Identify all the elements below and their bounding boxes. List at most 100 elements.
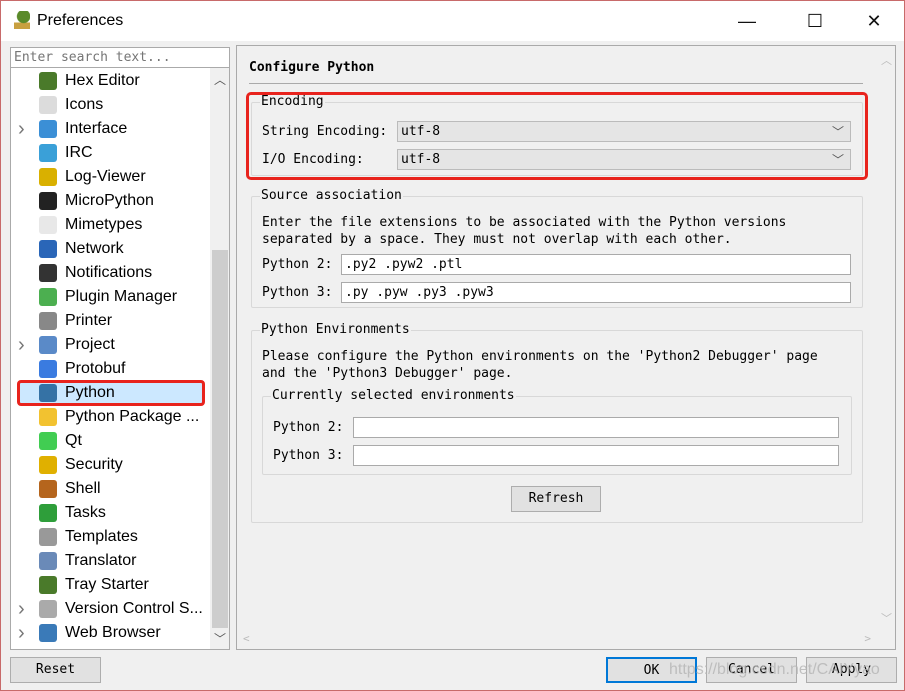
sidebar-item-label: Network: [65, 240, 124, 257]
sidebar-item-tray-starter[interactable]: Tray Starter: [11, 573, 210, 597]
sidebar-item-icons[interactable]: Icons: [11, 93, 210, 117]
item-icon: [39, 576, 57, 594]
sidebar-item-irc[interactable]: IRC: [11, 141, 210, 165]
preferences-window: Preferences — ☐ ✕ ︿ ﹀ Hex Editor Icons › In…: [0, 0, 905, 691]
item-icon: [39, 264, 57, 282]
sidebar-item-project[interactable]: › Project: [11, 333, 210, 357]
item-icon: [39, 168, 57, 186]
sidebar-item-shell[interactable]: Shell: [11, 477, 210, 501]
sidebar-item-web-browser[interactable]: › Web Browser: [11, 621, 210, 645]
python3-extensions-input[interactable]: .py .pyw .py3 .pyw3: [341, 282, 851, 303]
sidebar-scrollbar[interactable]: ︿ ﹀: [210, 68, 229, 649]
item-icon: [39, 192, 57, 210]
item-icon: [39, 72, 57, 90]
panel-horizontal-scrollbar[interactable]: < >: [237, 630, 877, 649]
sidebar-item-security[interactable]: Security: [11, 453, 210, 477]
minimize-button[interactable]: —: [724, 7, 770, 35]
expand-arrow-icon[interactable]: ›: [18, 621, 25, 645]
refresh-button[interactable]: Refresh: [511, 486, 601, 512]
sidebar-item-label: Hex Editor: [65, 72, 140, 89]
sidebar-item-label: Tray Starter: [65, 576, 149, 593]
sidebar-item-python[interactable]: Python: [11, 381, 210, 405]
expand-arrow-icon[interactable]: ›: [18, 117, 25, 141]
item-icon: [39, 288, 57, 306]
current-environments-group: Currently selected environments Python 2…: [262, 388, 852, 475]
sidebar-item-network[interactable]: Network: [11, 237, 210, 261]
sidebar-item-log-viewer[interactable]: Log-Viewer: [11, 165, 210, 189]
expand-arrow-icon[interactable]: ›: [18, 597, 25, 621]
item-icon: [39, 600, 57, 618]
python3-ext-label: Python 3:: [262, 285, 333, 300]
scroll-up-icon[interactable]: ︿: [210, 71, 229, 88]
python-environments-group: Python Environments Please configure the…: [251, 322, 863, 523]
sidebar-item-label: Shell: [65, 480, 101, 497]
sidebar-item-hex-editor[interactable]: Hex Editor: [11, 69, 210, 93]
item-icon: [39, 96, 57, 114]
env-python3-field[interactable]: [353, 445, 839, 466]
title-bar: Preferences — ☐ ✕: [1, 1, 904, 41]
preferences-tree: ︿ ﹀ Hex Editor Icons › Interface IRC Log-View…: [10, 68, 230, 650]
source-description-line2: separated by a space. They must not over…: [262, 232, 732, 247]
watermark: https://blog.csdn.net/CAIYyao: [669, 661, 880, 678]
envs-description-line2: and the 'Python3 Debugger' page.: [262, 366, 513, 381]
sidebar-item-micropython[interactable]: MicroPython: [11, 189, 210, 213]
close-button[interactable]: ✕: [851, 7, 897, 35]
sidebar-item-qt[interactable]: Qt: [11, 429, 210, 453]
search-input[interactable]: [10, 47, 230, 68]
sidebar-item-label: Icons: [65, 96, 104, 113]
sidebar-item-label: Protobuf: [65, 360, 126, 377]
page-title: Configure Python: [249, 60, 375, 75]
sidebar-item-label: Plugin Manager: [65, 288, 178, 305]
panel-vertical-scrollbar[interactable]: ︿ ﹀: [877, 46, 896, 630]
sidebar-item-python-package[interactable]: Python Package ...: [11, 405, 210, 429]
sidebar-item-templates[interactable]: Templates: [11, 525, 210, 549]
item-icon: [39, 144, 57, 162]
sidebar-item-translator[interactable]: Translator: [11, 549, 210, 573]
sidebar-item-label: Log-Viewer: [65, 168, 146, 185]
sidebar-item-label: Version Control S...: [65, 600, 203, 617]
source-association-group: Source association Enter the file extens…: [251, 188, 863, 308]
divider: [249, 83, 863, 84]
python2-extensions-input[interactable]: .py2 .pyw2 .ptl: [341, 254, 851, 275]
sidebar-item-label: Project: [65, 336, 115, 353]
sidebar-item-mimetypes[interactable]: Mimetypes: [11, 213, 210, 237]
sidebar-item-label: Security: [65, 456, 123, 473]
item-icon: [39, 120, 57, 138]
sidebar-item-plugin-manager[interactable]: Plugin Manager: [11, 285, 210, 309]
sidebar-item-interface[interactable]: › Interface: [11, 117, 210, 141]
source-association-label: Source association: [260, 188, 403, 203]
item-icon: [39, 216, 57, 234]
expand-arrow-icon[interactable]: ›: [18, 333, 25, 357]
reset-button[interactable]: Reset: [10, 657, 101, 683]
sidebar-item-label: Web Browser: [65, 624, 161, 641]
sidebar-item-label: Notifications: [65, 264, 153, 281]
sidebar-item-printer[interactable]: Printer: [11, 309, 210, 333]
env-python2-field[interactable]: [353, 417, 839, 438]
sidebar-item-label: Interface: [65, 120, 128, 137]
sidebar-item-label: Python: [65, 384, 115, 401]
item-icon: [39, 432, 57, 450]
window-title: Preferences: [37, 12, 124, 29]
current-environments-label: Currently selected environments: [271, 388, 516, 403]
sidebar-item-label: Qt: [65, 432, 82, 449]
item-icon: [39, 528, 57, 546]
sidebar-item-label: MicroPython: [65, 192, 154, 209]
encoding-highlight: [246, 92, 868, 180]
scroll-thumb[interactable]: [212, 250, 228, 628]
sidebar-item-label: Templates: [65, 528, 138, 545]
sidebar-item-version-control-s[interactable]: › Version Control S...: [11, 597, 210, 621]
python2-ext-label: Python 2:: [262, 257, 333, 272]
sidebar-item-label: Printer: [65, 312, 113, 329]
env-python2-label: Python 2:: [273, 420, 344, 435]
sidebar-item-label: Tasks: [65, 504, 106, 521]
sidebar-item-notifications[interactable]: Notifications: [11, 261, 210, 285]
item-icon: [39, 360, 57, 378]
item-icon: [39, 624, 57, 642]
sidebar-item-tasks[interactable]: Tasks: [11, 501, 210, 525]
sidebar-item-protobuf[interactable]: Protobuf: [11, 357, 210, 381]
maximize-button[interactable]: ☐: [792, 7, 838, 35]
item-icon: [39, 408, 57, 426]
item-icon: [39, 480, 57, 498]
item-icon: [39, 384, 57, 402]
scroll-down-icon[interactable]: ﹀: [210, 630, 229, 647]
